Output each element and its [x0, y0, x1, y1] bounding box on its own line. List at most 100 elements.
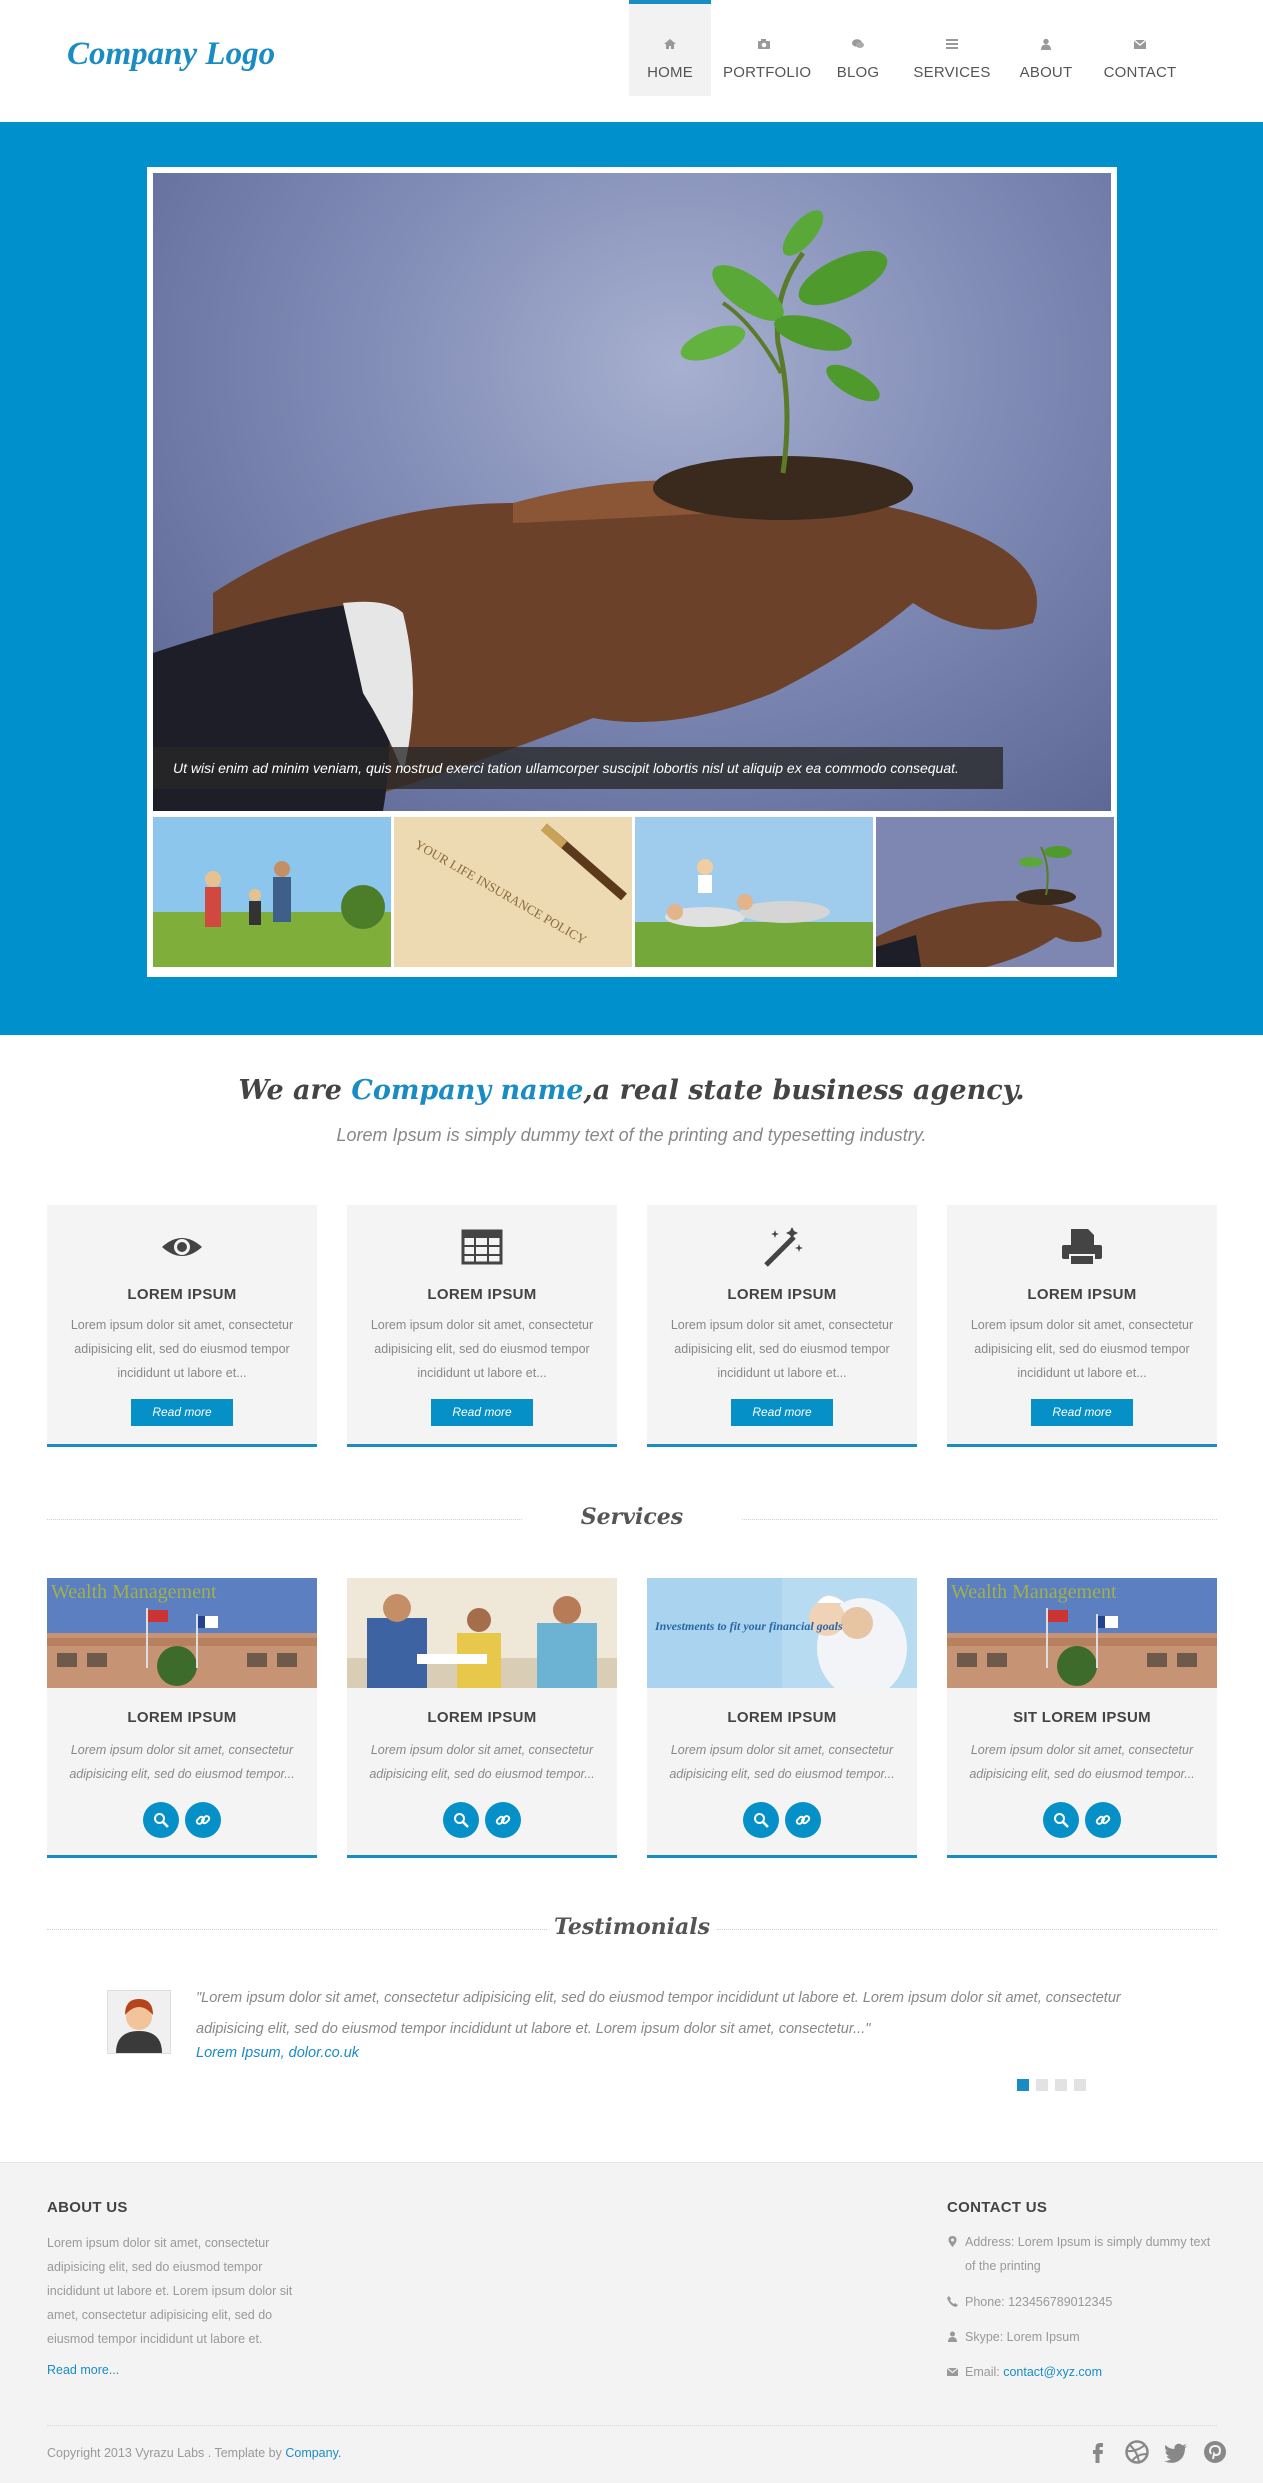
link-icon: [1095, 1815, 1111, 1825]
feature-card: LOREM IPSUM Lorem ipsum dolor sit amet, …: [47, 1205, 317, 1447]
contact-phone-text: Phone: 123456789012345: [965, 2295, 1113, 2309]
nav-item-portfolio[interactable]: PORTFOLIO: [723, 0, 811, 96]
service-image[interactable]: [347, 1578, 617, 1688]
pager-dot[interactable]: [1036, 2079, 1048, 2091]
feature-cards: LOREM IPSUM Lorem ipsum dolor sit amet, …: [47, 1205, 1217, 1447]
main-slide-image[interactable]: Ut wisi enim ad minim veniam, quis nostr…: [153, 173, 1111, 811]
phone-icon: [947, 2296, 958, 2307]
nav-item-services[interactable]: SERVICES: [911, 0, 993, 96]
nav-item-contact[interactable]: CONTACT: [1099, 0, 1181, 96]
testimonial-pager: [1017, 2079, 1086, 2091]
service-card: LOREM IPSUM Lorem ipsum dolor sit amet, …: [347, 1578, 617, 1858]
zoom-button[interactable]: [143, 1802, 179, 1838]
link-button[interactable]: [485, 1802, 521, 1838]
feature-title: LOREM IPSUM: [1027, 1286, 1137, 1303]
about-text: Lorem ipsum dolor sit amet, consectetur …: [47, 2236, 293, 2346]
magic-wand-icon: [764, 1227, 803, 1267]
nav-item-home[interactable]: HOME: [629, 0, 711, 96]
service-image-text: Investments to fit your financial goals: [654, 1619, 843, 1633]
user-icon: [948, 2331, 957, 2342]
pager-dot[interactable]: [1055, 2079, 1067, 2091]
copyright-text: Copyright 2013 Vyrazu Labs . Template by: [47, 2446, 286, 2460]
company-logo[interactable]: Company Logo: [67, 36, 275, 73]
feature-card: LOREM IPSUM Lorem ipsum dolor sit amet, …: [947, 1205, 1217, 1447]
read-more-button[interactable]: Read more: [731, 1399, 833, 1426]
map-marker-icon: [948, 2236, 957, 2247]
zoom-button[interactable]: [743, 1802, 779, 1838]
zoom-button[interactable]: [1043, 1802, 1079, 1838]
contact-address-text: Address: Lorem Ipsum is simply dummy tex…: [965, 2235, 1211, 2273]
service-image[interactable]: Wealth Management: [947, 1578, 1217, 1688]
zoom-button[interactable]: [443, 1802, 479, 1838]
site-footer: ABOUT US Lorem ipsum dolor sit amet, con…: [0, 2162, 1263, 2483]
service-image[interactable]: Wealth Management: [47, 1578, 317, 1688]
search-icon: [1054, 1813, 1069, 1828]
contact-email-link[interactable]: contact@xyz.com: [1003, 2365, 1102, 2379]
service-image[interactable]: Investments to fit your financial goals: [647, 1578, 917, 1688]
pager-dot[interactable]: [1074, 2079, 1086, 2091]
intro-heading-post: ,a real state business agency.: [583, 1075, 1025, 1106]
thumbnail-plant[interactable]: [876, 817, 1114, 967]
about-read-more-link[interactable]: Read more...: [47, 2363, 119, 2377]
avatar: [107, 1990, 171, 2054]
facebook-icon[interactable]: [1085, 2439, 1111, 2465]
service-title: LOREM IPSUM: [427, 1709, 537, 1726]
testimonials-heading-text: Testimonials: [553, 1914, 711, 1940]
nav-label: SERVICES: [913, 64, 991, 81]
social-links: [1085, 2439, 1228, 2465]
service-cards: Wealth Management LOREM IPSUM Lorem ipsu…: [47, 1578, 1217, 1858]
service-text: Lorem ipsum dolor sit amet, consectetur …: [969, 1743, 1195, 1781]
feature-card: LOREM IPSUM Lorem ipsum dolor sit amet, …: [647, 1205, 917, 1447]
main-nav: HOME PORTFOLIO BLOG SERVICES ABOUT CONTA…: [629, 0, 1193, 96]
eye-icon: [162, 1238, 202, 1256]
search-icon: [154, 1813, 169, 1828]
user-icon: [1041, 38, 1051, 50]
twitter-icon[interactable]: [1163, 2439, 1189, 2465]
service-title: LOREM IPSUM: [127, 1709, 237, 1726]
thumbnail-couple[interactable]: [635, 817, 873, 967]
link-button[interactable]: [185, 1802, 221, 1838]
services-heading-text: Services: [580, 1504, 684, 1530]
service-card: Wealth Management SIT LOREM IPSUM Lorem …: [947, 1578, 1217, 1858]
link-icon: [195, 1815, 211, 1825]
list-icon: [946, 39, 958, 49]
envelope-icon: [947, 2367, 958, 2376]
thumbnail-family[interactable]: [153, 817, 391, 967]
dribbble-icon[interactable]: [1124, 2439, 1150, 2465]
search-icon: [754, 1813, 769, 1828]
feature-title: LOREM IPSUM: [727, 1286, 837, 1303]
about-heading: ABOUT US: [47, 2199, 128, 2216]
service-image-text: Wealth Management: [951, 1581, 1117, 1603]
hero-section: Ut wisi enim ad minim veniam, quis nostr…: [0, 122, 1263, 1035]
printer-icon: [1062, 1229, 1102, 1266]
link-button[interactable]: [785, 1802, 821, 1838]
feature-text: Lorem ipsum dolor sit amet, consectetur …: [70, 1318, 294, 1380]
copyright-company-link[interactable]: Company.: [285, 2446, 341, 2460]
feature-card: LOREM IPSUM Lorem ipsum dolor sit amet, …: [347, 1205, 617, 1447]
services-heading: Services: [47, 1504, 1217, 1534]
service-title: LOREM IPSUM: [727, 1709, 837, 1726]
image-slider: Ut wisi enim ad minim veniam, quis nostr…: [147, 167, 1117, 977]
nav-label: HOME: [647, 64, 693, 81]
contact-skype: Skype: Lorem Ipsum: [947, 2325, 1217, 2349]
nav-item-about[interactable]: ABOUT: [1005, 0, 1087, 96]
read-more-button[interactable]: Read more: [1031, 1399, 1133, 1426]
nav-label: ABOUT: [1019, 64, 1073, 81]
comments-icon: [852, 39, 864, 48]
nav-item-blog[interactable]: BLOG: [817, 0, 899, 96]
pager-dot[interactable]: [1017, 2079, 1029, 2091]
service-card: Investments to fit your financial goals …: [647, 1578, 917, 1858]
intro-subtitle: Lorem Ipsum is simply dummy text of the …: [336, 1125, 927, 1145]
link-button[interactable]: [1085, 1802, 1121, 1838]
service-text: Lorem ipsum dolor sit amet, consectetur …: [669, 1743, 895, 1781]
feature-title: LOREM IPSUM: [127, 1286, 237, 1303]
intro-heading-company: Company name: [351, 1075, 584, 1106]
search-icon: [454, 1813, 469, 1828]
thumbnail-insurance-policy[interactable]: YOUR LIFE INSURANCE POLICY: [394, 817, 632, 967]
testimonial-author[interactable]: Lorem Ipsum, dolor.co.uk: [196, 2045, 359, 2061]
read-more-button[interactable]: Read more: [131, 1399, 233, 1426]
contact-phone: Phone: 123456789012345: [947, 2290, 1217, 2314]
pinterest-icon[interactable]: [1202, 2439, 1228, 2465]
read-more-button[interactable]: Read more: [431, 1399, 533, 1426]
home-icon: [664, 39, 676, 49]
